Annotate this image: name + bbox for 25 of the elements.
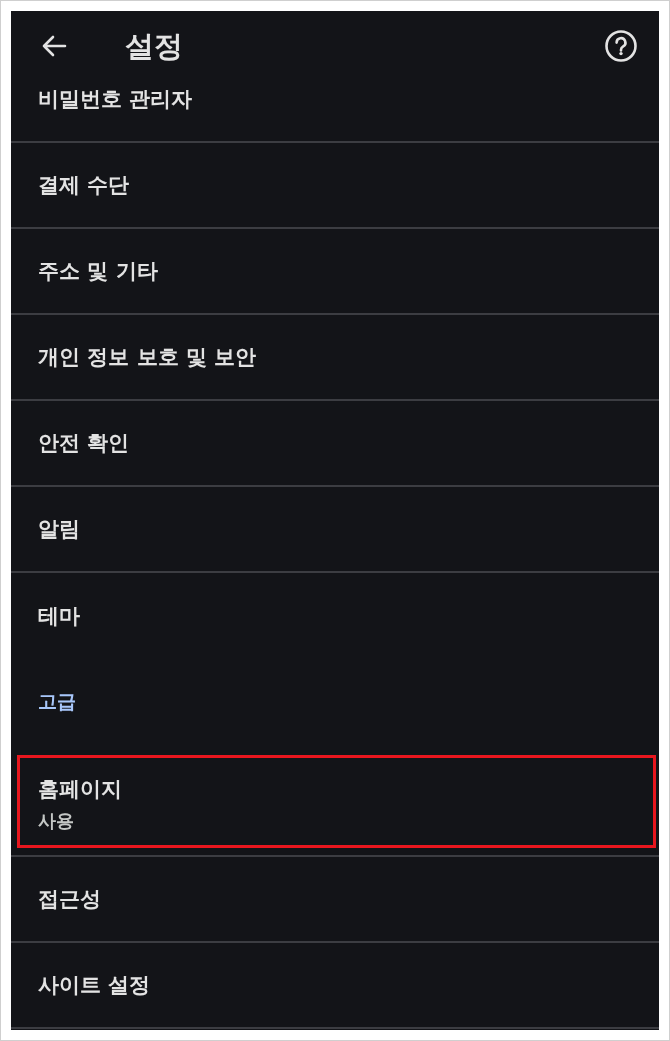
item-title: 안전 확인: [38, 430, 130, 457]
settings-item[interactable]: 알림: [11, 487, 659, 573]
settings-item[interactable]: 주소 및 기타: [11, 229, 659, 315]
settings-item[interactable]: 사이트 설정: [11, 943, 659, 1029]
item-title: 주소 및 기타: [38, 258, 158, 285]
section-heading: 고급: [38, 689, 76, 714]
item-title: 테마: [38, 603, 80, 630]
settings-item[interactable]: 비밀번호 관리자: [11, 81, 659, 143]
item-title: 홈페이지: [38, 776, 122, 803]
help-icon[interactable]: [605, 30, 637, 62]
settings-item[interactable]: 안전 확인: [11, 401, 659, 487]
settings-item[interactable]: 홈페이지 사용: [11, 743, 659, 857]
settings-item[interactable]: 개인 정보 보호 및 보안: [11, 315, 659, 401]
settings-item[interactable]: 테마: [11, 573, 659, 659]
item-title: 개인 정보 보호 및 보안: [38, 344, 257, 371]
item-title: 비밀번호 관리자: [38, 86, 193, 113]
item-title: 사이트 설정: [38, 972, 151, 999]
item-title: 접근성: [38, 886, 101, 913]
back-arrow-icon[interactable]: [41, 35, 67, 57]
item-title: 알림: [38, 516, 80, 543]
settings-item[interactable]: 접근성: [11, 857, 659, 943]
item-title: 결제 수단: [38, 172, 130, 199]
item-subtitle: 사용: [38, 809, 74, 833]
settings-item[interactable]: 결제 수단: [11, 143, 659, 229]
screen-title: 설정: [125, 28, 183, 64]
